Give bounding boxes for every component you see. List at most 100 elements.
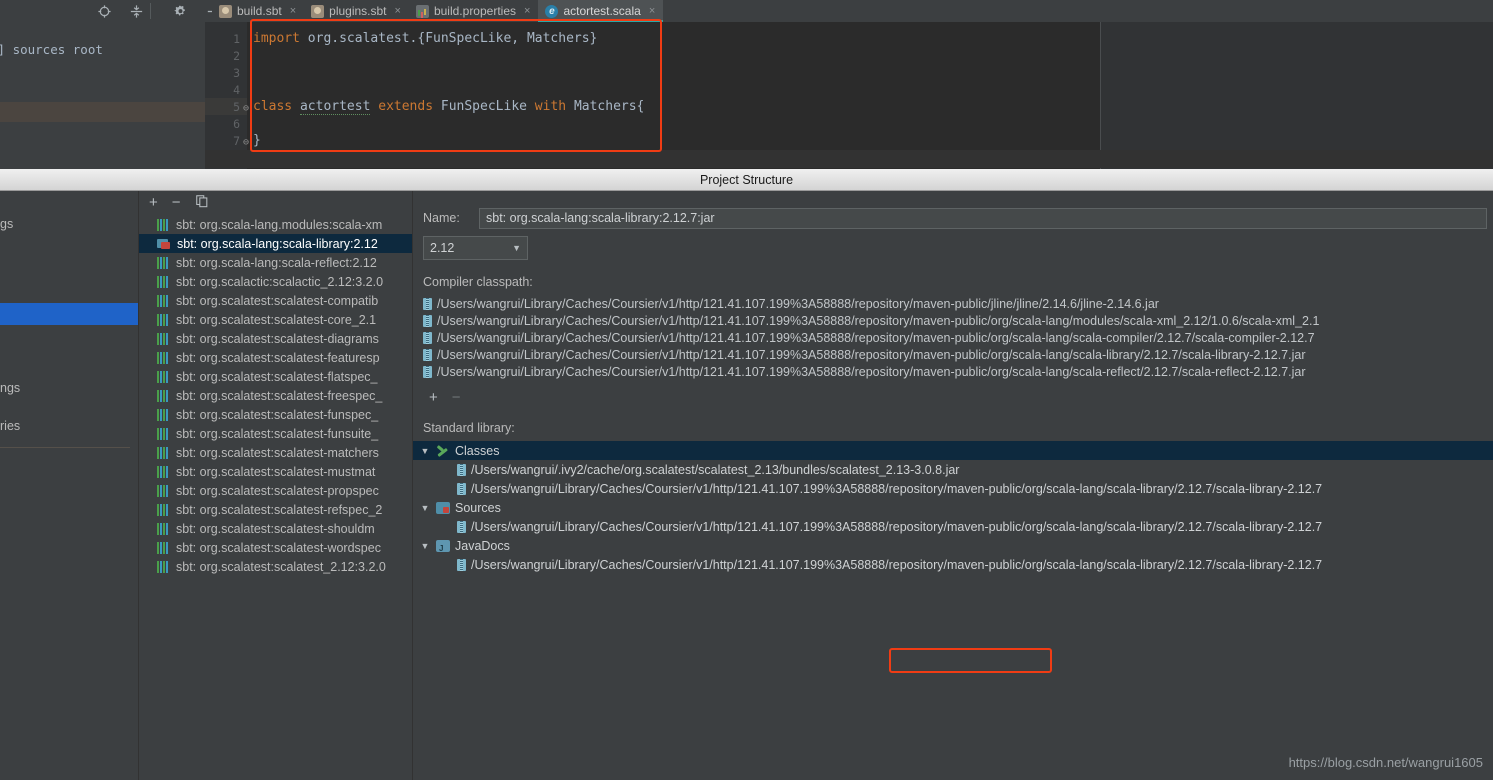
library-icon: [157, 389, 170, 402]
editor-tab-build-sbt[interactable]: build.sbt ×: [212, 0, 305, 22]
library-name-input[interactable]: sbt: org.scala-lang:scala-library:2.12.7…: [479, 207, 1487, 229]
library-list-item-label: sbt: org.scalatest:scalatest-featuresp: [176, 350, 380, 365]
library-list-item[interactable]: sbt: org.scalatest:scalatest-diagrams: [139, 329, 413, 348]
libraries-toolbar: + −: [139, 191, 413, 213]
editor-tab-build-properties[interactable]: build.properties ×: [408, 0, 539, 22]
editor-tab-actortest-scala[interactable]: e actortest.scala ×: [538, 0, 664, 22]
classpath-entry[interactable]: /Users/wangrui/Library/Caches/Coursier/v…: [413, 346, 1493, 363]
dialog-title-text: Project Structure: [699, 172, 794, 187]
library-icon: [157, 465, 170, 478]
chevron-down-icon[interactable]: ▼: [419, 446, 431, 456]
library-list-item[interactable]: sbt: org.scalatest:scalatest-propspec: [139, 481, 413, 500]
copy-library-icon[interactable]: [195, 194, 209, 211]
close-icon[interactable]: ×: [524, 5, 530, 17]
library-list-item[interactable]: sbt: org.scalatest:scalatest-featuresp: [139, 348, 413, 367]
jar-icon: [423, 297, 432, 310]
gutter-line-number: 3: [233, 66, 240, 80]
classpath-entry[interactable]: /Users/wangrui/Library/Caches/Coursier/v…: [413, 295, 1493, 312]
add-library-button[interactable]: +: [149, 195, 158, 210]
library-icon: [157, 446, 170, 459]
code-fold-icon[interactable]: ⊖: [243, 134, 249, 151]
add-classpath-button[interactable]: +: [429, 390, 438, 405]
library-list-item-label: sbt: org.scalatest:scalatest-funspec_: [176, 407, 379, 422]
library-list-item-label: sbt: org.scalactic:scalactic_2.12:3.2.0: [176, 274, 384, 289]
library-list-item[interactable]: sbt: org.scalactic:scalactic_2.12:3.2.0: [139, 272, 413, 291]
library-list-item[interactable]: sbt: org.scalatest:scalatest-matchers: [139, 443, 413, 462]
classpath-entry[interactable]: /Users/wangrui/Library/Caches/Coursier/v…: [413, 312, 1493, 329]
library-list-item[interactable]: sbt: org.scalatest:scalatest-refspec_2: [139, 500, 413, 519]
code-fold-icon[interactable]: ⊖: [243, 100, 249, 117]
remove-classpath-button[interactable]: −: [452, 390, 461, 405]
dialog-nav-item-selected[interactable]: [0, 303, 139, 325]
close-icon[interactable]: ×: [290, 5, 296, 17]
library-list-item-label: sbt: org.scalatest:scalatest_2.12:3.2.0: [176, 559, 386, 574]
library-list-item[interactable]: sbt: org.scalatest:scalatest-freespec_: [139, 386, 413, 405]
dialog-nav-item[interactable]: gs: [0, 217, 13, 231]
jar-icon: [457, 558, 466, 571]
gutter-line-number: 6: [233, 117, 240, 131]
library-list-item-label: sbt: org.scalatest:scalatest-mustmat: [176, 464, 376, 479]
settings-gear-icon[interactable]: [172, 3, 188, 19]
scala-version-select[interactable]: 2.12 ▼: [423, 236, 528, 260]
chevron-down-icon[interactable]: ▼: [419, 541, 431, 551]
library-name-label: Name:: [423, 211, 460, 225]
remove-library-button[interactable]: −: [172, 195, 181, 210]
project-row-sources-root[interactable]: d] sources root: [0, 42, 103, 57]
tree-leaf-path[interactable]: /Users/wangrui/Library/Caches/Coursier/v…: [413, 479, 1493, 498]
library-list-item[interactable]: sbt: org.scalatest:scalatest-shouldm: [139, 519, 413, 538]
library-list-item-label: sbt: org.scalatest:scalatest-refspec_2: [176, 502, 383, 517]
tree-leaf-path[interactable]: /Users/wangrui/Library/Caches/Coursier/v…: [413, 555, 1493, 574]
library-list-item[interactable]: sbt: org.scalatest:scalatest-funsuite_: [139, 424, 413, 443]
main-toolbar: build.sbt × plugins.sbt × build.properties × e…: [0, 0, 1493, 22]
tree-leaf-path[interactable]: /Users/wangrui/Library/Caches/Coursier/v…: [413, 517, 1493, 536]
close-icon[interactable]: ×: [649, 5, 655, 17]
library-list-item-label: sbt: org.scalatest:scalatest-flatspec_: [176, 369, 378, 384]
dialog-title-bar: Project Structure: [0, 169, 1493, 191]
tree-leaf-path-text: /Users/wangrui/Library/Caches/Coursier/v…: [471, 557, 1323, 572]
close-icon[interactable]: ×: [395, 5, 401, 17]
library-list-item-label: sbt: org.scala-lang.modules:scala-xm: [176, 217, 383, 232]
classpath-entry[interactable]: /Users/wangrui/Library/Caches/Coursier/v…: [413, 329, 1493, 346]
gutter-line-number: 7: [233, 134, 240, 148]
library-detail-panel: Name: sbt: org.scala-lang:scala-library:…: [413, 191, 1493, 780]
tree-node-javadocs[interactable]: ▼ JavaDocs: [413, 536, 1493, 555]
project-tool-window: d] sources root: [0, 22, 205, 169]
compiler-classpath-list: /Users/wangrui/Library/Caches/Coursier/v…: [413, 295, 1493, 380]
gutter-current-line-band: [205, 98, 247, 115]
editor-tab-bar: build.sbt × plugins.sbt × build.properties × e…: [212, 0, 664, 22]
classpath-entry-path: /Users/wangrui/Library/Caches/Coursier/v…: [437, 296, 1159, 311]
editor-right-pane: [1101, 22, 1493, 169]
tree-node-sources[interactable]: ▼ Sources: [413, 498, 1493, 517]
classpath-entry[interactable]: /Users/wangrui/Library/Caches/Coursier/v…: [413, 363, 1493, 380]
code-token: Matchers{: [573, 99, 645, 114]
code-token: actortest: [299, 99, 371, 115]
library-list-item[interactable]: sbt: org.scala-lang:scala-library:2.12: [139, 234, 413, 253]
library-list-item[interactable]: sbt: org.scalatest:scalatest-compatib: [139, 291, 413, 310]
chevron-down-icon[interactable]: ▼: [419, 503, 431, 513]
library-list-item[interactable]: sbt: org.scalatest:scalatest-funspec_: [139, 405, 413, 424]
dialog-nav-item[interactable]: ngs: [0, 381, 20, 395]
dialog-nav-item[interactable]: ries: [0, 419, 20, 433]
library-list-item[interactable]: sbt: org.scalatest:scalatest-mustmat: [139, 462, 413, 481]
library-list-item[interactable]: sbt: org.scala-lang:scala-reflect:2.12: [139, 253, 413, 272]
library-list-item[interactable]: sbt: org.scalatest:scalatest-core_2.1: [139, 310, 413, 329]
library-name-row: Name: sbt: org.scala-lang:scala-library:…: [413, 205, 1493, 231]
library-icon: [157, 218, 170, 231]
library-list-item-label: sbt: org.scalatest:scalatest-diagrams: [176, 331, 379, 346]
tree-leaf-path-text: /Users/wangrui/Library/Caches/Coursier/v…: [471, 481, 1323, 496]
tree-leaf-path[interactable]: /Users/wangrui/.ivy2/cache/org.scalatest…: [413, 460, 1493, 479]
editor-tab-plugins-sbt[interactable]: plugins.sbt ×: [304, 0, 409, 22]
locate-icon[interactable]: [96, 3, 112, 19]
sbt-file-icon: [219, 4, 232, 18]
library-list-item[interactable]: sbt: org.scalatest:scalatest_2.12:3.2.0: [139, 557, 413, 576]
tree-node-classes[interactable]: ▼ Classes: [413, 441, 1493, 460]
editor-tab-label: build.properties: [433, 4, 517, 18]
library-list-item[interactable]: sbt: org.scala-lang.modules:scala-xm: [139, 215, 413, 234]
library-list-item[interactable]: sbt: org.scalatest:scalatest-wordspec: [139, 538, 413, 557]
editor-tab-label: actortest.scala: [563, 4, 641, 18]
classpath-toolbar: + −: [413, 387, 1493, 407]
library-list-item-label: sbt: org.scalatest:scalatest-matchers: [176, 445, 379, 460]
collapse-all-icon[interactable]: [128, 3, 144, 19]
code-token: import: [253, 31, 308, 46]
library-list-item[interactable]: sbt: org.scalatest:scalatest-flatspec_: [139, 367, 413, 386]
